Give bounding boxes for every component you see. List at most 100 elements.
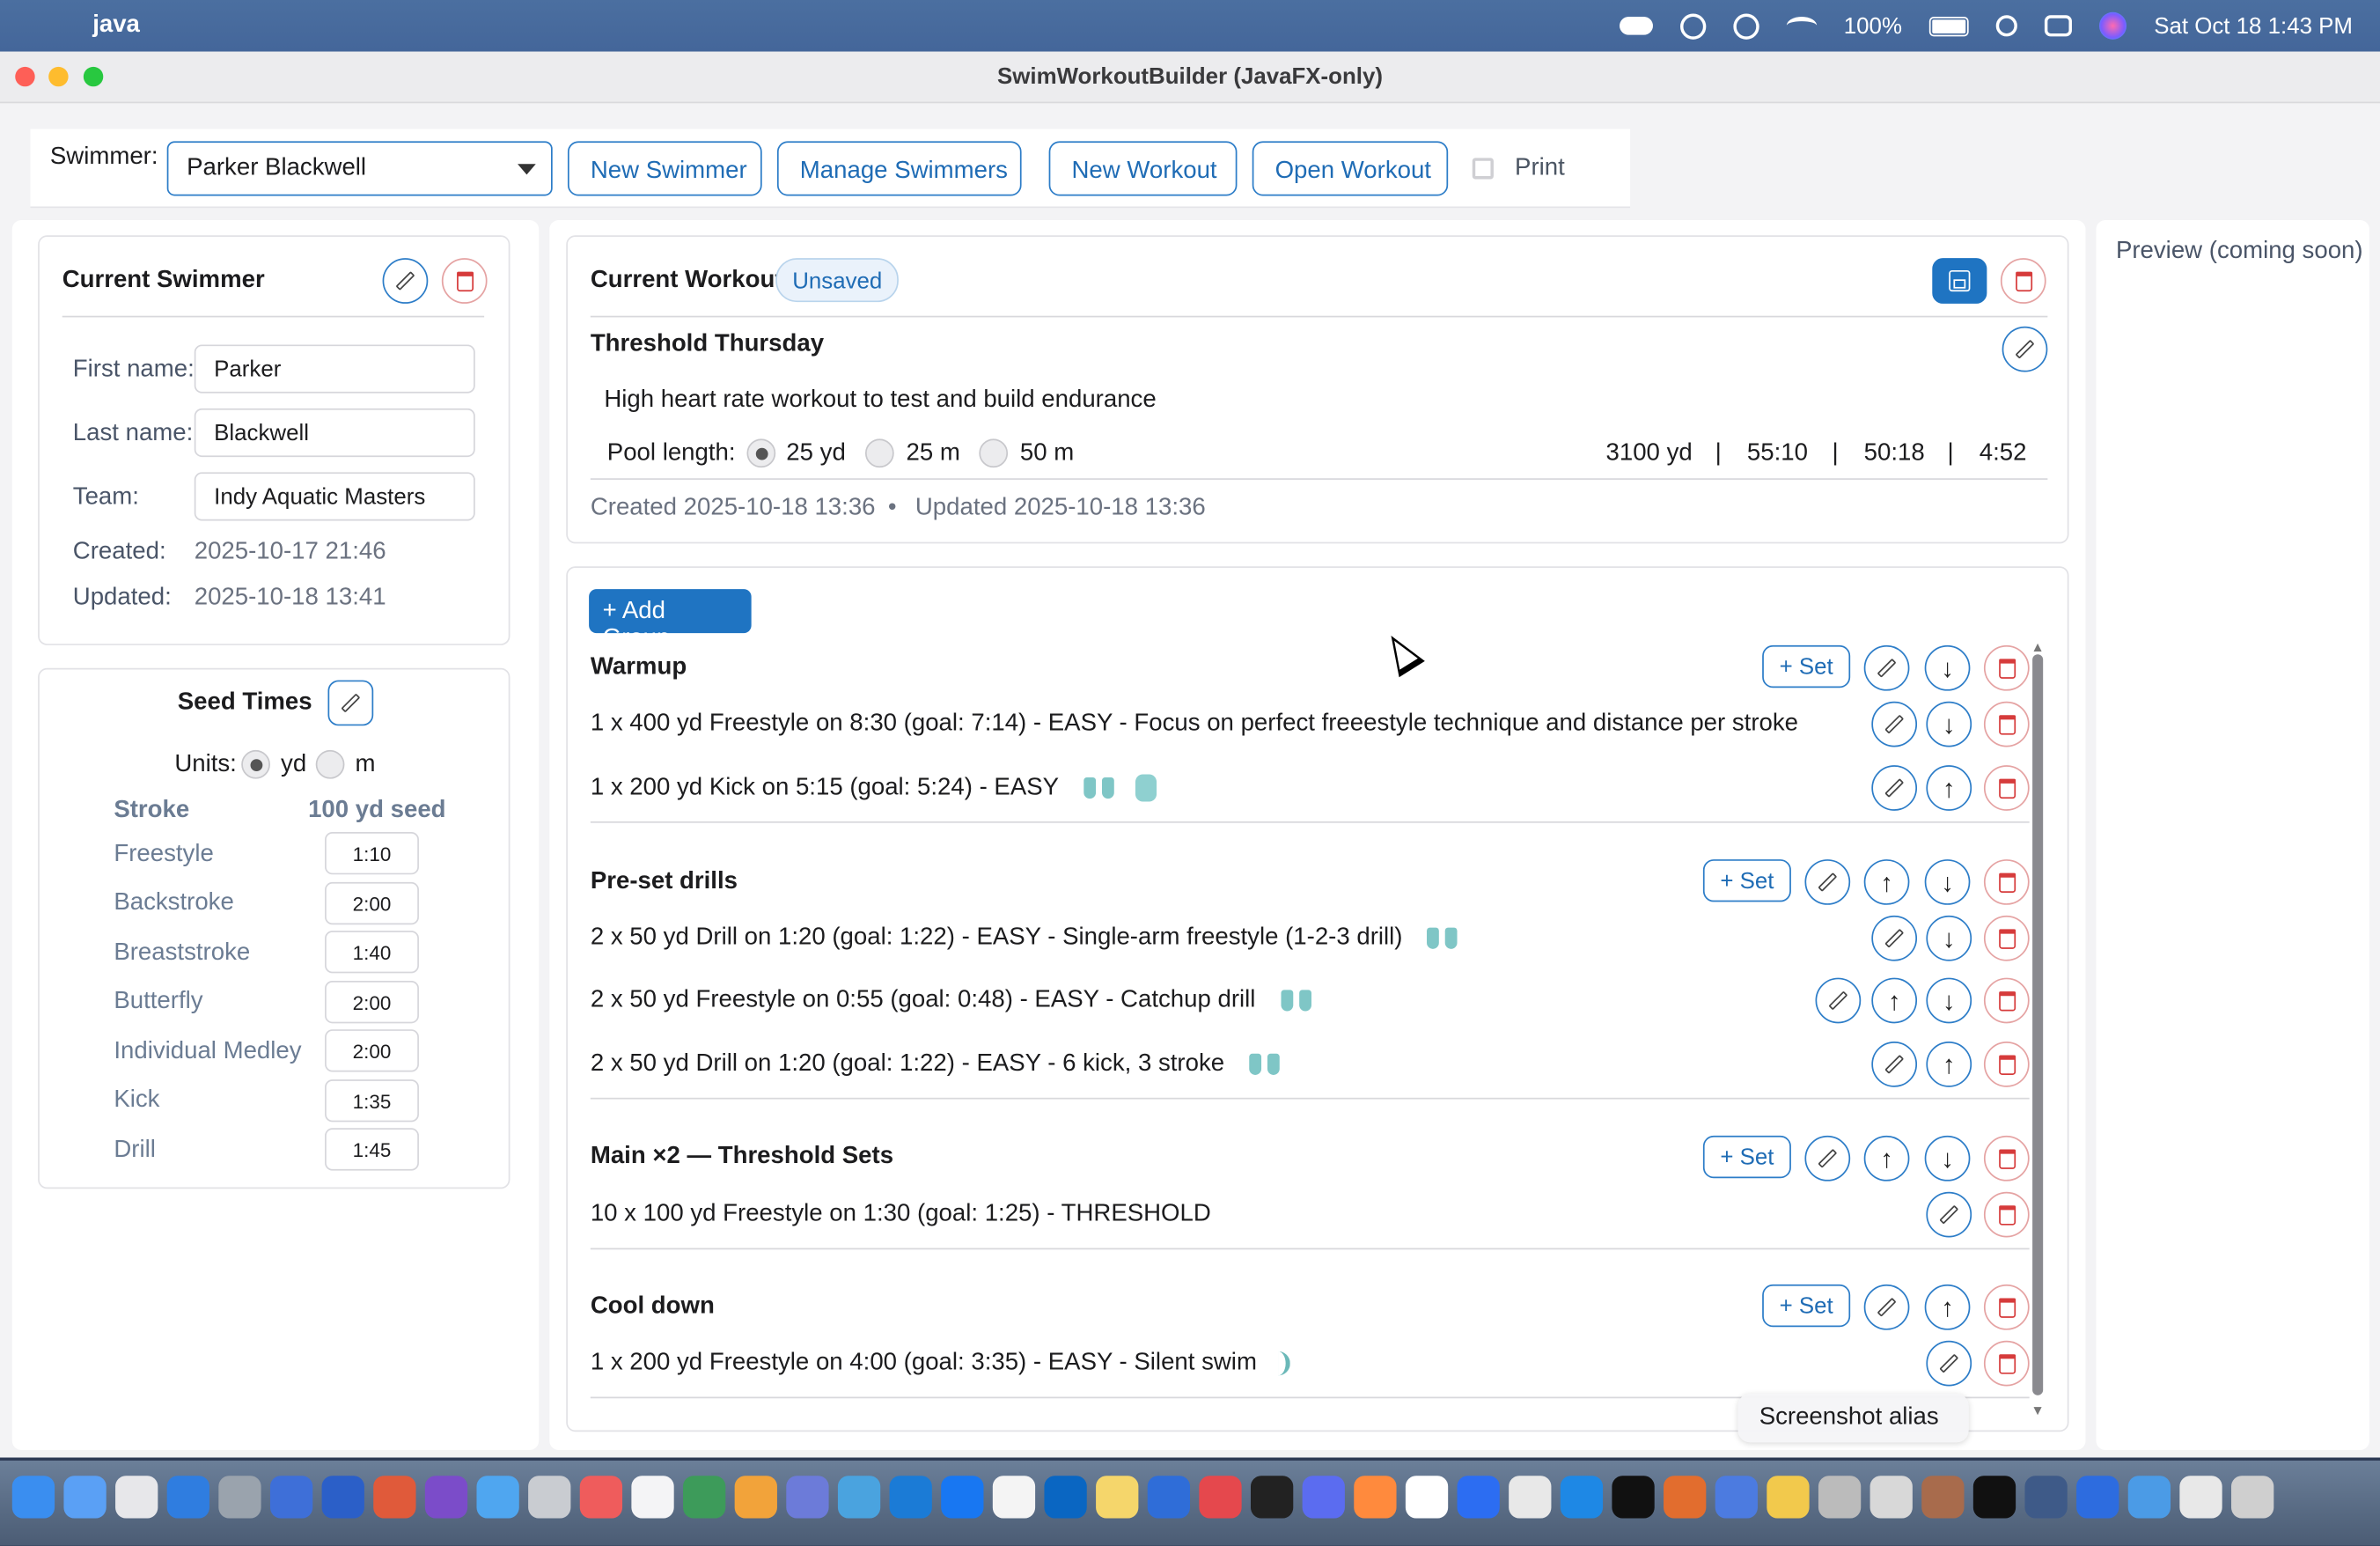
dock-app-icon[interactable] (1044, 1476, 1087, 1519)
move-up-button[interactable]: ↑ (1863, 859, 1910, 905)
last-name-field[interactable]: Blackwell (194, 408, 475, 458)
seed-time-field[interactable]: 1:45 (325, 1128, 419, 1171)
dock-app-icon[interactable] (11, 1476, 55, 1519)
dock-app-icon[interactable] (63, 1476, 107, 1519)
add-set-button[interactable]: + Set (1702, 1135, 1791, 1179)
move-down-button[interactable]: ↓ (1924, 859, 1971, 905)
edit-group-button[interactable] (1863, 1284, 1910, 1330)
dock-app-icon[interactable] (2231, 1476, 2274, 1519)
unit-yd-radio[interactable] (241, 749, 270, 779)
edit-group-button[interactable] (1804, 1135, 1851, 1182)
move-down-button[interactable]: ↓ (1926, 701, 1972, 747)
delete-group-button[interactable] (1983, 859, 2030, 905)
dock-app-icon[interactable] (1199, 1476, 1242, 1519)
wifi-icon[interactable] (1786, 16, 1817, 35)
edit-set-button[interactable] (1926, 1191, 1972, 1238)
dock-app-icon[interactable] (1612, 1476, 1655, 1519)
add-group-button[interactable]: + Add Group (589, 589, 752, 652)
dock-app-icon[interactable] (941, 1476, 984, 1519)
dock-app-icon[interactable] (476, 1476, 519, 1519)
seed-time-field[interactable]: 1:40 (325, 931, 419, 974)
new-workout-button[interactable]: New Workout (1048, 141, 1238, 196)
cloud-icon[interactable] (1619, 16, 1653, 35)
delete-set-button[interactable] (1983, 765, 2030, 811)
edit-set-button[interactable] (1871, 765, 1918, 811)
open-workout-button[interactable]: Open Workout (1252, 141, 1449, 196)
manage-swimmers-button[interactable]: Manage Swimmers (776, 141, 1022, 196)
dock-app-icon[interactable] (218, 1476, 261, 1519)
dock-app-icon[interactable] (1250, 1476, 1294, 1519)
dock-app-icon[interactable] (683, 1476, 726, 1519)
dock-app-icon[interactable] (1509, 1476, 1552, 1519)
control-center-icon[interactable] (2045, 15, 2073, 37)
new-swimmer-button[interactable]: New Swimmer (567, 141, 762, 196)
delete-group-button[interactable] (1983, 644, 2030, 691)
dock-app-icon[interactable] (631, 1476, 674, 1519)
dock-app-icon[interactable] (115, 1476, 158, 1519)
pool-50m-radio[interactable] (979, 438, 1009, 468)
add-set-button[interactable]: + Set (1762, 644, 1851, 688)
seed-time-field[interactable]: 1:35 (325, 1079, 419, 1123)
dock-app-icon[interactable] (373, 1476, 416, 1519)
dock-app-icon[interactable] (1354, 1476, 1397, 1519)
dock-app-icon[interactable] (1457, 1476, 1500, 1519)
edit-set-button[interactable] (1815, 977, 1862, 1024)
move-down-button[interactable]: ↓ (1924, 644, 1971, 691)
dock-app-icon[interactable] (1715, 1476, 1758, 1519)
edit-set-button[interactable] (1871, 1042, 1918, 1087)
add-set-button[interactable]: + Set (1762, 1284, 1851, 1328)
scroll-down-icon[interactable]: ▼ (2031, 1402, 2044, 1417)
dock-app-icon[interactable] (1405, 1476, 1449, 1519)
dock-app-icon[interactable] (1147, 1476, 1191, 1519)
edit-group-button[interactable] (1804, 859, 1851, 905)
move-up-button[interactable]: ↑ (1871, 977, 1918, 1024)
delete-group-button[interactable] (1983, 1284, 2030, 1330)
move-down-button[interactable]: ↓ (1926, 915, 1972, 961)
edit-workout-button[interactable] (2002, 326, 2048, 372)
move-up-button[interactable]: ↑ (1863, 1135, 1910, 1182)
set-row[interactable]: 1 x 200 yd Freestyle on 4:00 (goal: 3:35… (591, 1350, 1291, 1377)
seed-time-field[interactable]: 2:00 (325, 881, 419, 925)
dock-app-icon[interactable] (269, 1476, 313, 1519)
set-row[interactable]: 2 x 50 yd Freestyle on 0:55 (goal: 0:48)… (591, 987, 1311, 1014)
dock-app-icon[interactable] (1560, 1476, 1604, 1519)
delete-group-button[interactable] (1983, 1135, 2030, 1182)
edit-seed-times-button[interactable] (327, 680, 374, 726)
time-machine-icon[interactable] (1679, 12, 1706, 39)
seed-time-field[interactable]: 2:00 (325, 981, 419, 1024)
edit-set-button[interactable] (1871, 915, 1918, 961)
set-row[interactable]: 2 x 50 yd Drill on 1:20 (goal: 1:22) - E… (591, 924, 1458, 952)
print-button[interactable]: Print (1472, 141, 1565, 195)
edit-group-button[interactable] (1863, 644, 1910, 691)
seed-time-field[interactable]: 2:00 (325, 1029, 419, 1072)
groups-scrollbar[interactable]: ▲ ▼ (2030, 639, 2046, 1418)
dock-app-icon[interactable] (2179, 1476, 2222, 1519)
delete-set-button[interactable] (1983, 1191, 2030, 1238)
set-row[interactable]: 1 x 400 yd Freestyle on 8:30 (goal: 7:14… (591, 710, 1798, 738)
dock-app-icon[interactable] (889, 1476, 932, 1519)
dock-app-icon[interactable] (1921, 1476, 1965, 1519)
delete-set-button[interactable] (1983, 1042, 2030, 1087)
dock-app-icon[interactable] (1096, 1476, 1139, 1519)
dock-app-icon[interactable] (1664, 1476, 1707, 1519)
dock-app-icon[interactable] (1818, 1476, 1862, 1519)
delete-set-button[interactable] (1983, 977, 2030, 1024)
dock-app-icon[interactable] (734, 1476, 777, 1519)
set-row[interactable]: 10 x 100 yd Freestyle on 1:30 (goal: 1:2… (591, 1201, 1211, 1228)
edit-swimmer-button[interactable] (382, 258, 429, 304)
dock-app-icon[interactable] (786, 1476, 829, 1519)
move-up-button[interactable]: ↑ (1924, 1284, 1971, 1330)
edit-set-button[interactable] (1926, 1340, 1972, 1387)
pool-25m-radio[interactable] (864, 438, 894, 468)
add-set-button[interactable]: + Set (1702, 859, 1791, 902)
move-up-button[interactable]: ↑ (1926, 765, 1972, 811)
edit-set-button[interactable] (1871, 701, 1918, 747)
dock-app-icon[interactable] (2127, 1476, 2171, 1519)
delete-workout-button[interactable] (2000, 258, 2046, 304)
scrollbar-thumb[interactable] (2032, 654, 2044, 1395)
dock-app-icon[interactable] (1869, 1476, 1913, 1519)
move-up-button[interactable]: ↑ (1926, 1042, 1972, 1087)
dock-app-icon[interactable] (1767, 1476, 1810, 1519)
unit-m-radio[interactable] (315, 749, 345, 779)
spotlight-icon[interactable] (1995, 15, 2018, 37)
